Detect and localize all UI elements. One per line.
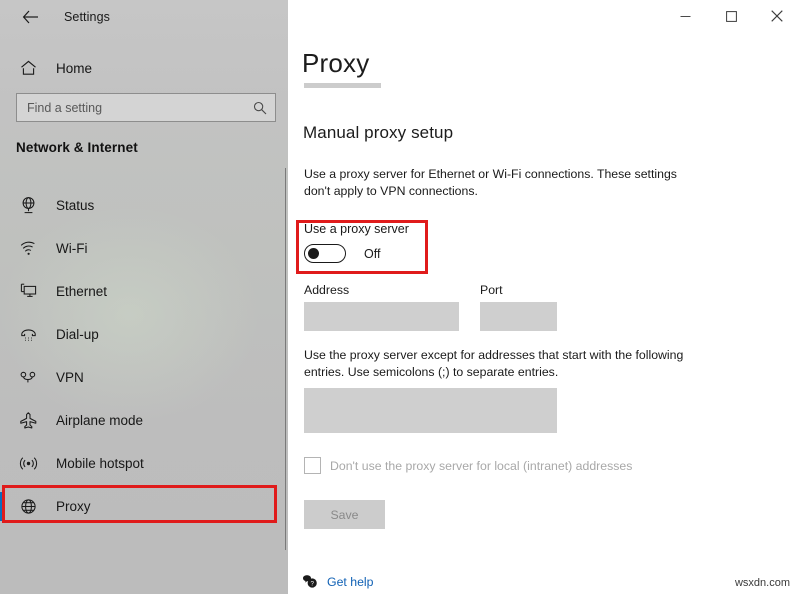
sidebar-item-dialup[interactable]: Dial-up	[0, 313, 280, 356]
sidebar-item-status-label: Status	[56, 198, 95, 213]
search-input[interactable]	[17, 94, 242, 121]
toggle-state-label: Off	[364, 246, 381, 261]
back-arrow-icon	[22, 10, 38, 24]
watermark: wsxdn.com	[734, 577, 790, 589]
get-help-row[interactable]: ? Get help	[302, 574, 374, 589]
selection-indicator	[0, 492, 3, 521]
toggle-knob	[308, 248, 319, 259]
maximize-button[interactable]	[708, 0, 754, 32]
globe-status-icon	[8, 196, 48, 215]
sidebar-item-mobile-hotspot-label: Mobile hotspot	[56, 456, 144, 471]
sidebar-titlebar: Settings	[0, 0, 288, 34]
back-button[interactable]	[8, 2, 52, 32]
intro-description: Use a proxy server for Ethernet or Wi-Fi…	[304, 167, 677, 198]
sidebar-item-ethernet-label: Ethernet	[56, 284, 108, 299]
sidebar-item-status[interactable]: Status	[0, 184, 280, 227]
sidebar-item-home[interactable]: Home	[0, 52, 270, 84]
help-chat-icon: ?	[302, 574, 318, 589]
sidebar-item-mobile-hotspot[interactable]: Mobile hotspot	[0, 442, 280, 485]
local-addresses-checkbox-row[interactable]: Don't use the proxy server for local (in…	[304, 457, 632, 474]
wifi-icon	[8, 239, 48, 258]
sidebar: Settings Home Netwo	[0, 0, 288, 594]
port-input[interactable]	[480, 302, 557, 331]
ethernet-monitor-icon	[8, 282, 48, 301]
sidebar-section-title: Network & Internet	[16, 140, 138, 155]
minimize-button[interactable]	[662, 0, 708, 32]
window-controls	[662, 0, 800, 32]
sidebar-item-ethernet[interactable]: Ethernet	[0, 270, 280, 313]
sidebar-item-airplane-mode[interactable]: Airplane mode	[0, 399, 280, 442]
maximize-icon	[725, 10, 737, 22]
address-label: Address	[304, 283, 350, 297]
sidebar-item-wifi-label: Wi-Fi	[56, 241, 88, 256]
proxy-globe-icon	[8, 497, 48, 516]
use-proxy-server-group: Use a proxy server Off	[304, 222, 504, 263]
use-proxy-server-toggle-row: Off	[304, 244, 504, 263]
use-proxy-server-label: Use a proxy server	[304, 222, 409, 236]
exceptions-input[interactable]	[304, 388, 557, 433]
minimize-icon	[680, 15, 690, 17]
search-box[interactable]	[16, 93, 276, 122]
subsection-title: Manual proxy setup	[303, 123, 454, 142]
vpn-icon	[8, 368, 48, 387]
sidebar-item-vpn-label: VPN	[56, 370, 84, 385]
save-button[interactable]: Save	[304, 500, 385, 529]
hotspot-icon	[8, 454, 48, 473]
home-icon	[8, 60, 48, 76]
svg-text:?: ?	[310, 580, 314, 587]
close-button[interactable]	[754, 0, 800, 32]
use-proxy-server-toggle[interactable]	[304, 244, 346, 263]
main-content: Proxy Manual proxy setup Use a proxy ser…	[288, 0, 800, 594]
page-title: Proxy	[302, 48, 370, 78]
sidebar-item-proxy-label: Proxy	[56, 499, 91, 514]
port-group: Port	[480, 283, 557, 331]
get-help-link[interactable]: Get help	[327, 575, 374, 589]
local-addresses-checkbox-label: Don't use the proxy server for local (in…	[330, 458, 633, 473]
sidebar-item-home-label: Home	[56, 60, 93, 76]
port-label: Port	[480, 283, 503, 297]
sidebar-item-dialup-label: Dial-up	[56, 327, 99, 342]
sidebar-item-vpn[interactable]: VPN	[0, 356, 280, 399]
local-addresses-checkbox[interactable]	[304, 457, 321, 474]
sidebar-scrollbar[interactable]	[285, 168, 286, 550]
settings-window: Settings Home Netwo	[0, 0, 800, 594]
exceptions-description: Use the proxy server except for addresse…	[304, 348, 684, 379]
sidebar-item-airplane-mode-label: Airplane mode	[56, 413, 144, 428]
airplane-icon	[8, 411, 48, 430]
sidebar-nav-list: Status Wi-Fi Ethernet Dial-up VPN Airpla…	[0, 184, 288, 528]
dialup-phone-icon	[8, 325, 48, 344]
window-title: Settings	[64, 10, 110, 24]
address-input[interactable]	[304, 302, 459, 331]
page-title-underline	[304, 83, 381, 88]
sidebar-item-proxy[interactable]: Proxy	[0, 485, 280, 528]
search-icon[interactable]	[253, 101, 267, 115]
close-icon	[771, 10, 783, 22]
search-container	[16, 93, 276, 122]
sidebar-item-wifi[interactable]: Wi-Fi	[0, 227, 280, 270]
address-group: Address	[304, 283, 459, 331]
